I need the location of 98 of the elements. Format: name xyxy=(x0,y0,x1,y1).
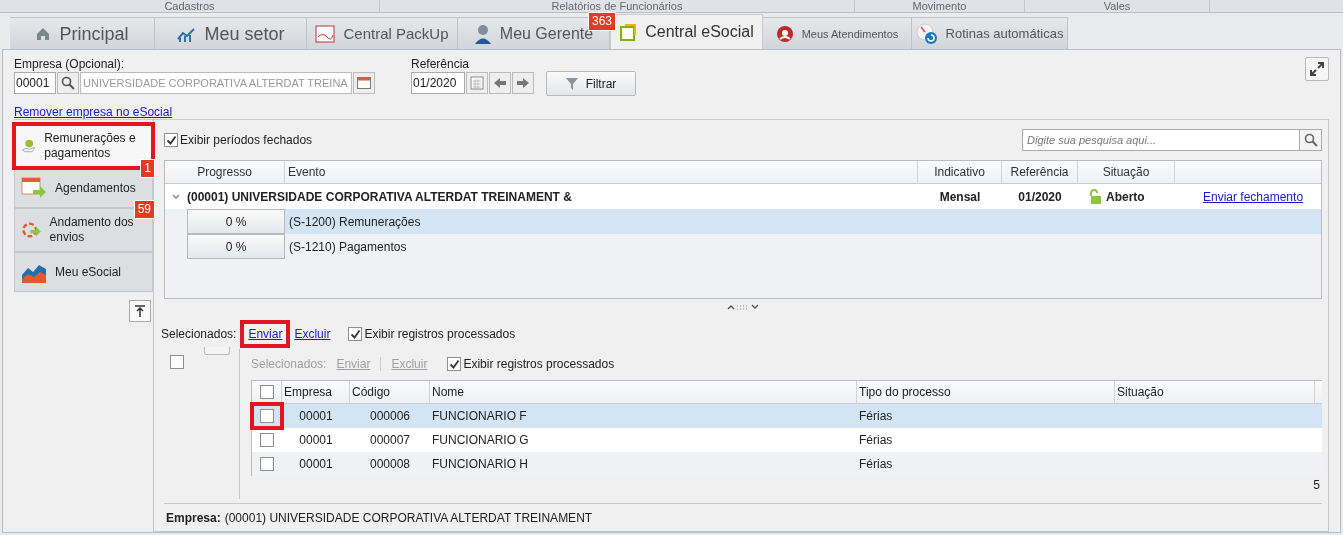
table-cell-text: (S-1210) Pagamentos xyxy=(288,238,407,256)
column-header[interactable]: Código xyxy=(352,383,391,401)
lookup-button[interactable] xyxy=(353,72,375,94)
table-cell-text: 00001 xyxy=(298,408,334,425)
count-badge: 1 xyxy=(140,159,155,178)
checkbox[interactable] xyxy=(260,409,274,423)
clock-icon xyxy=(915,22,938,45)
checkbox[interactable] xyxy=(348,327,363,341)
tab[interactable]: Meus Atendimentos xyxy=(763,17,912,49)
table-row[interactable]: 0 % (S-1200) Remunerações xyxy=(165,209,1321,234)
checkbox-label: Exibir registros processados xyxy=(463,356,615,373)
field-label: Empresa (Opcional): xyxy=(14,57,126,72)
count-badge: 363 xyxy=(587,12,616,31)
table-cell-text: 01/2020 xyxy=(1017,188,1063,206)
tab[interactable]: Meu setor xyxy=(155,17,307,49)
table-row[interactable]: 00001 000007 FUNCIONARIO G Férias xyxy=(252,428,1322,452)
delete-link[interactable]: Excluir xyxy=(294,325,331,343)
column-header[interactable]: Referência xyxy=(1010,163,1069,181)
selected-label: Selecionados: xyxy=(161,326,237,343)
table-cell-text: FUNCIONARIO G xyxy=(431,432,530,449)
column-header[interactable]: Tipo do processo xyxy=(859,383,951,401)
table-cell-text: Férias xyxy=(858,408,893,425)
table-cell-text: 000006 xyxy=(368,408,411,425)
reference-field[interactable]: 01/2020 xyxy=(411,72,465,94)
checkbox[interactable] xyxy=(164,133,178,147)
search-field[interactable]: Digite sua pesquisa aqui... xyxy=(1022,129,1300,151)
send-closing-link[interactable]: Enviar fechamento xyxy=(1203,187,1304,206)
footer-label: Empresa: xyxy=(166,509,221,527)
search-button[interactable] xyxy=(1300,129,1322,151)
splitter-handle-icon[interactable] xyxy=(727,304,759,310)
menu-item[interactable]: Vales xyxy=(1025,0,1210,12)
up-arrow-icon xyxy=(134,305,146,317)
record-count: 5 xyxy=(1313,477,1320,492)
person-icon xyxy=(473,23,492,44)
calendar-icon xyxy=(470,76,484,90)
calendar-arrow-icon xyxy=(21,176,47,200)
row-checkbox-cell[interactable] xyxy=(252,404,282,428)
chevron-down-icon[interactable] xyxy=(172,193,180,200)
left-arrow-icon xyxy=(493,77,507,89)
table-cell-text: FUNCIONARIO F xyxy=(431,408,528,425)
open-padlock-icon xyxy=(1088,188,1102,205)
remove-company-link[interactable]: Remover empresa no eSocial xyxy=(14,105,173,119)
menu-item[interactable]: Movimento xyxy=(855,0,1025,12)
scroll-top-button[interactable] xyxy=(129,300,151,322)
previous-button[interactable] xyxy=(489,72,511,94)
group-name: (00001) UNIVERSIDADE CORPORATIVA ALTERDAT TREINAMENT & xyxy=(187,188,573,206)
progress-bar: 0 % xyxy=(187,209,285,234)
funnel-icon xyxy=(565,77,578,90)
checkbox[interactable] xyxy=(259,385,274,399)
menu-item[interactable]: Cadastros xyxy=(0,0,380,12)
sidebar-item[interactable]: Meu eSocial xyxy=(14,252,153,292)
column-header[interactable]: Indicativo xyxy=(934,163,985,181)
selected-label: Selecionados: xyxy=(251,356,327,373)
checkbox[interactable] xyxy=(260,457,274,471)
count-badge: 59 xyxy=(133,200,155,219)
column-header[interactable]: Progresso xyxy=(197,163,252,181)
search-icon xyxy=(61,76,75,90)
footer-value: (00001) UNIVERSIDADE CORPORATIVA ALTERDAT TREINAMENT xyxy=(224,509,593,527)
window-icon xyxy=(357,77,371,89)
table-cell-text: Férias xyxy=(858,456,893,473)
tab[interactable]: Rotinas automáticas xyxy=(912,17,1068,49)
search-button[interactable] xyxy=(57,72,79,94)
chart-icon xyxy=(176,25,197,42)
expand-button[interactable] xyxy=(1305,57,1329,81)
progress-bar: 0 % xyxy=(187,234,285,259)
table-cell-text: 000008 xyxy=(368,456,411,473)
table-cell-text: 00001 xyxy=(298,456,334,473)
company-code-field[interactable]: 00001 xyxy=(14,72,56,94)
table-cell-text: Mensal xyxy=(938,188,982,206)
checkbox-label: Exibir registros processados xyxy=(364,326,516,343)
support-icon xyxy=(775,24,794,43)
column-header[interactable]: Evento xyxy=(288,163,326,181)
tab[interactable]: Central PackUp xyxy=(307,17,458,49)
column-header[interactable]: Situação xyxy=(1102,163,1150,181)
next-button[interactable] xyxy=(512,72,534,94)
table-cell-text: 00001 xyxy=(298,432,334,449)
filter-button[interactable]: Filtrar xyxy=(546,71,636,96)
logo-icon xyxy=(315,24,336,43)
send-link[interactable]: Enviar xyxy=(242,322,289,346)
right-arrow-icon xyxy=(516,77,530,89)
table-row[interactable]: 00001 000006 FUNCIONARIO F Férias xyxy=(252,404,1322,428)
column-header[interactable]: Situação xyxy=(1117,383,1164,401)
table-cell-text: (S-1200) Remunerações xyxy=(288,213,421,231)
search-icon xyxy=(1303,133,1318,147)
table-cell-text: Férias xyxy=(858,432,893,449)
column-header[interactable]: Empresa xyxy=(284,383,333,401)
column-header[interactable]: Nome xyxy=(432,383,464,401)
tab[interactable]: Principal xyxy=(10,17,155,49)
status-text: Aberto xyxy=(1106,188,1145,206)
expand-icon xyxy=(1310,62,1324,76)
table-cell-text: FUNCIONARIO H xyxy=(431,456,529,473)
table-cell-text: 000007 xyxy=(368,432,411,449)
checkbox-label: Exibir períodos fechados xyxy=(180,132,313,149)
field-label: Referência xyxy=(411,57,471,72)
home-icon xyxy=(35,25,52,42)
checkbox[interactable] xyxy=(170,355,184,369)
document-icon xyxy=(619,23,638,41)
checkbox[interactable] xyxy=(260,433,274,447)
